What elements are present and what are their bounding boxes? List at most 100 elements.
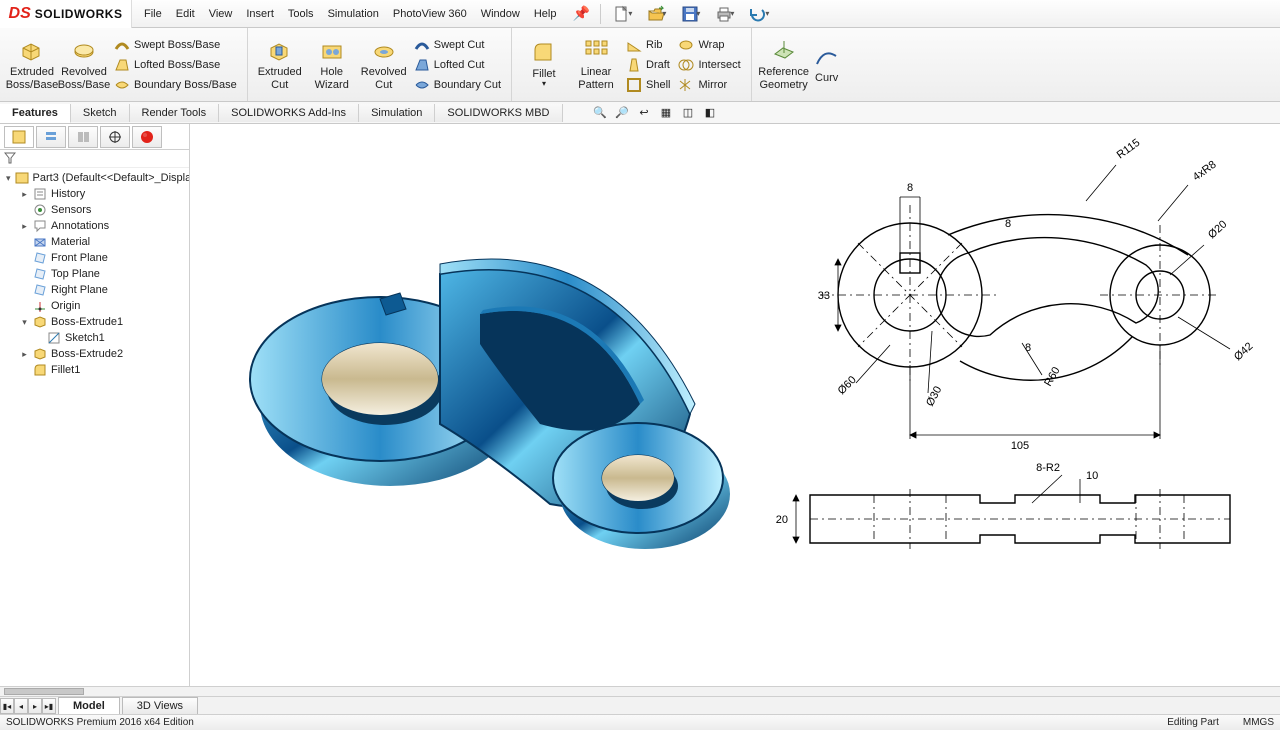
- menu-window[interactable]: Window: [475, 4, 526, 24]
- twist-icon[interactable]: ▸: [20, 349, 29, 360]
- main-area: ▾ Part3 (Default<<Default>_Displa ▸Histo…: [0, 124, 1280, 686]
- label: Linear: [581, 66, 612, 78]
- menu-tools[interactable]: Tools: [282, 4, 320, 24]
- tree-item-sketch1[interactable]: Sketch1: [0, 330, 189, 346]
- tree-item-history[interactable]: ▸History: [0, 186, 189, 202]
- tab-sketch[interactable]: Sketch: [71, 104, 130, 122]
- extrude-feat-icon: [33, 315, 47, 329]
- menu-photoview360[interactable]: PhotoView 360: [387, 4, 473, 24]
- tree-root[interactable]: ▾ Part3 (Default<<Default>_Displa: [0, 170, 189, 186]
- tab-features[interactable]: Features: [0, 104, 71, 123]
- view-tab-model[interactable]: Model: [58, 697, 120, 714]
- label: Material: [51, 236, 90, 248]
- tab-nav-arrows[interactable]: ▮◂◂▸▸▮: [0, 698, 56, 714]
- status-units[interactable]: MMGS: [1243, 717, 1274, 728]
- view-tab-3dviews[interactable]: 3D Views: [122, 697, 198, 714]
- tab-render-tools[interactable]: Render Tools: [130, 104, 220, 122]
- tree-item-right-plane[interactable]: Right Plane: [0, 282, 189, 298]
- tree-item-origin[interactable]: Origin: [0, 298, 189, 314]
- prev-view-icon[interactable]: ↩: [634, 103, 654, 121]
- open-file-button[interactable]: ▾: [641, 3, 673, 25]
- wrap-icon: [678, 37, 694, 53]
- extruded-boss-button[interactable]: Extruded Boss/Base: [6, 30, 58, 99]
- tree-filter[interactable]: [0, 150, 189, 168]
- menu-view[interactable]: View: [203, 4, 239, 24]
- fm-tab-property[interactable]: [36, 126, 66, 148]
- print-button[interactable]: ▾: [709, 3, 741, 25]
- tree-item-boss-extrude1[interactable]: ▾Boss-Extrude1: [0, 314, 189, 330]
- dim-side-step: 10: [1086, 470, 1098, 482]
- curves-button[interactable]: Curv: [810, 30, 844, 99]
- label: Boundary Cut: [434, 79, 501, 91]
- menu-simulation[interactable]: Simulation: [322, 4, 385, 24]
- revolved-boss-button[interactable]: Revolved Boss/Base: [58, 30, 110, 99]
- mirror-icon: [678, 77, 694, 93]
- zoom-fit-icon[interactable]: 🔍: [590, 103, 610, 121]
- label: Fillet1: [51, 364, 80, 376]
- hscrollbar[interactable]: [0, 686, 1280, 696]
- rib-button[interactable]: Rib: [622, 35, 674, 55]
- tab-addins[interactable]: SOLIDWORKS Add-Ins: [219, 104, 359, 122]
- label: Swept Boss/Base: [134, 39, 220, 51]
- twist-icon[interactable]: ▾: [20, 317, 29, 328]
- wrap-button[interactable]: Wrap: [674, 35, 744, 55]
- tree-item-annotations[interactable]: ▸Annotations: [0, 218, 189, 234]
- tab-mbd[interactable]: SOLIDWORKS MBD: [435, 104, 562, 122]
- fm-tab-config[interactable]: [68, 126, 98, 148]
- swept-boss-button[interactable]: Swept Boss/Base: [110, 35, 241, 55]
- mirror-button[interactable]: Mirror: [674, 75, 744, 95]
- pin-menu-icon[interactable]: 📌: [562, 5, 599, 22]
- twist-icon[interactable]: ▸: [20, 189, 29, 200]
- feature-manager-panel: ▾ Part3 (Default<<Default>_Displa ▸Histo…: [0, 124, 190, 686]
- intersect-icon: [678, 57, 694, 73]
- menu-help[interactable]: Help: [528, 4, 563, 24]
- fm-tab-dim[interactable]: [100, 126, 130, 148]
- save-button[interactable]: ▾: [675, 3, 707, 25]
- display-style-icon[interactable]: ◧: [700, 103, 720, 121]
- menu-insert[interactable]: Insert: [240, 4, 280, 24]
- extruded-cut-button[interactable]: Extruded Cut: [254, 30, 306, 99]
- tree-item-sensors[interactable]: Sensors: [0, 202, 189, 218]
- twist-icon[interactable]: ▸: [20, 221, 29, 232]
- draft-icon: [626, 57, 642, 73]
- lofted-cut-button[interactable]: Lofted Cut: [410, 55, 505, 75]
- linear-pattern-icon: [583, 38, 609, 64]
- revolved-cut-button[interactable]: Revolved Cut: [358, 30, 410, 99]
- swept-cut-button[interactable]: Swept Cut: [410, 35, 505, 55]
- intersect-button[interactable]: Intersect: [674, 55, 744, 75]
- hole-wizard-button[interactable]: Hole Wizard: [306, 30, 358, 99]
- tab-simulation[interactable]: Simulation: [359, 104, 435, 122]
- tree-item-material-not-specified-[interactable]: Material: [0, 234, 189, 250]
- fillet-button[interactable]: Fillet ▾: [518, 30, 570, 99]
- status-bar: SOLIDWORKS Premium 2016 x64 Edition Edit…: [0, 714, 1280, 730]
- boundary-cut-button[interactable]: Boundary Cut: [410, 75, 505, 95]
- menu-edit[interactable]: Edit: [170, 4, 201, 24]
- view-orientation-icon[interactable]: ◫: [678, 103, 698, 121]
- graphics-viewport[interactable]: 105 33 8 Ø60 Ø30 Ø20 Ø42 R60 R115 4xR8 8…: [190, 124, 1280, 686]
- fm-tab-appearance[interactable]: [132, 126, 162, 148]
- fillet-feat-icon: [33, 363, 47, 377]
- fillet-icon: [531, 40, 557, 66]
- boundary-boss-button[interactable]: Boundary Boss/Base: [110, 75, 241, 95]
- undo-button[interactable]: ▾: [743, 3, 775, 25]
- logo-text: SOLIDWORKS: [35, 7, 123, 21]
- new-file-button[interactable]: ▾: [607, 3, 639, 25]
- tree-item-top-plane[interactable]: Top Plane: [0, 266, 189, 282]
- plane-icon: [33, 251, 47, 265]
- command-manager-tabs: Features Sketch Render Tools SOLIDWORKS …: [0, 102, 1280, 124]
- zoom-area-icon[interactable]: 🔎: [612, 103, 632, 121]
- menu-file[interactable]: File: [138, 4, 168, 24]
- linear-pattern-button[interactable]: Linear Pattern: [570, 30, 622, 99]
- section-view-icon[interactable]: ▦: [656, 103, 676, 121]
- lofted-boss-button[interactable]: Lofted Boss/Base: [110, 55, 241, 75]
- tree-item-fillet1[interactable]: Fillet1: [0, 362, 189, 378]
- label: Sketch1: [65, 332, 105, 344]
- fm-tab-tree[interactable]: [4, 126, 34, 148]
- logo-ds-icon: DS: [9, 5, 31, 23]
- tree-item-front-plane[interactable]: Front Plane: [0, 250, 189, 266]
- draft-button[interactable]: Draft: [622, 55, 674, 75]
- label: Wizard: [315, 79, 349, 91]
- shell-button[interactable]: Shell: [622, 75, 674, 95]
- reference-geometry-button[interactable]: Reference Geometry: [758, 30, 810, 99]
- tree-item-boss-extrude2[interactable]: ▸Boss-Extrude2: [0, 346, 189, 362]
